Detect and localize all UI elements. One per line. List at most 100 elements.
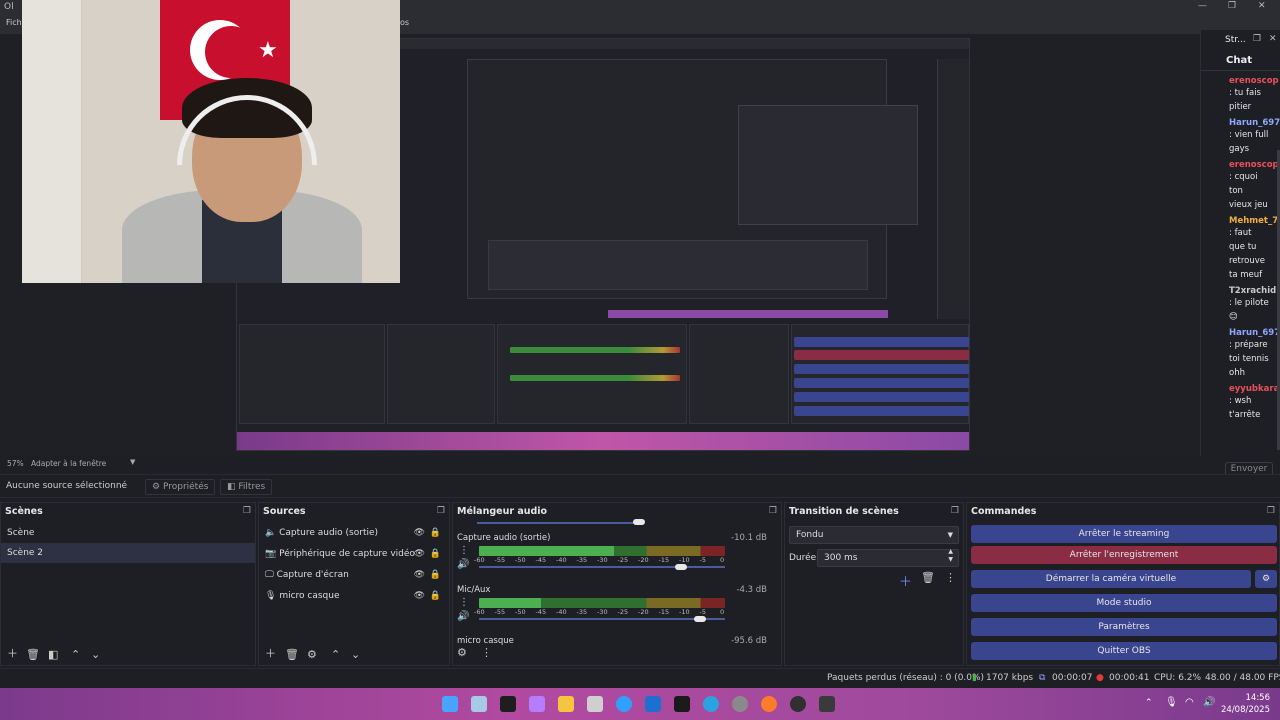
more-icon[interactable]: ⋮ (945, 571, 956, 584)
meter-tick-label: -35 (576, 556, 588, 564)
volume-knob[interactable] (674, 564, 687, 570)
chevron-down-icon[interactable]: ▼ (130, 458, 135, 466)
mute-icon[interactable]: 🔊 (457, 559, 469, 570)
eye-icon[interactable]: 👁 (414, 544, 425, 564)
more-icon[interactable]: ⋮ (459, 597, 469, 608)
volume-knob[interactable] (694, 616, 707, 622)
chat-username[interactable]: Harun_6976 (1229, 118, 1280, 128)
mute-icon[interactable]: 🔊 (457, 611, 469, 622)
trash-icon[interactable]: 🗑 (921, 571, 935, 584)
chat-username[interactable]: erenoscop (1229, 76, 1280, 86)
float-icon[interactable]: ❐ (769, 506, 777, 516)
filter-icon[interactable]: ◧ (48, 648, 58, 661)
move-down-icon[interactable]: ⌄ (91, 648, 100, 661)
eye-icon[interactable]: 👁 (414, 523, 425, 543)
store-icon[interactable] (587, 696, 603, 712)
fit-dropdown[interactable]: Adapter à la fenêtre (31, 459, 106, 468)
source-item[interactable]: 📷 Périphérique de capture vidéo 👁 🔒 (259, 544, 449, 564)
scene-item-selected[interactable]: Scène 2 (1, 543, 255, 563)
stop-recording-button[interactable]: Arrêter l'enregistrement (971, 546, 1277, 564)
float-icon[interactable]: ❐ (1253, 34, 1261, 44)
duration-field[interactable]: 300 ms ▲ ▼ (817, 548, 959, 567)
volume-icon[interactable]: 🔊 (1203, 697, 1215, 708)
add-scene-icon[interactable]: ＋ (7, 645, 18, 661)
maximize-icon[interactable]: ❐ (1228, 1, 1236, 11)
filters-button[interactable]: ◧ Filtres (220, 479, 273, 495)
terminal-icon[interactable] (674, 696, 690, 712)
volume-slider[interactable] (479, 618, 725, 620)
volume-slider[interactable] (479, 566, 725, 568)
float-icon[interactable]: ❐ (951, 506, 959, 516)
source-item[interactable]: 🎙 micro casque 👁 🔒 (259, 586, 449, 606)
mic-icon[interactable]: 🎙 (1165, 697, 1178, 708)
virtual-camera-settings-button[interactable]: ⚙ (1255, 570, 1277, 588)
chat-username[interactable]: T2xrachid (1229, 286, 1280, 296)
lock-icon[interactable]: 🔒 (430, 586, 441, 606)
minimize-icon[interactable]: — (1198, 1, 1207, 11)
exit-button[interactable]: Quitter OBS (971, 642, 1277, 660)
menu-docks[interactable]: os (400, 18, 409, 27)
settings-button[interactable]: Paramètres (971, 618, 1277, 636)
source-item[interactable]: 🖵 Capture d'écran 👁 🔒 (259, 565, 449, 585)
settings-icon[interactable] (732, 696, 748, 712)
float-icon[interactable]: ❐ (243, 506, 251, 516)
search-icon[interactable] (471, 696, 487, 712)
lock-icon[interactable]: 🔒 (430, 523, 441, 543)
outlook-icon[interactable] (645, 696, 661, 712)
lock-icon[interactable]: 🔒 (430, 544, 441, 564)
lock-icon[interactable]: 🔒 (430, 565, 441, 585)
eye-icon[interactable]: 👁 (414, 586, 425, 606)
meter-tick-label: -40 (556, 556, 567, 564)
edge-icon[interactable] (616, 696, 632, 712)
move-up-icon[interactable]: ⌃ (331, 648, 340, 661)
firefox-icon[interactable] (761, 696, 777, 712)
stop-streaming-button[interactable]: Arrêter le streaming (971, 525, 1277, 543)
float-icon[interactable]: ❐ (1267, 506, 1275, 516)
app-icon[interactable] (819, 696, 835, 712)
clock[interactable]: 14:56 24/08/2025 (1221, 692, 1270, 716)
twitch-icon[interactable] (500, 696, 516, 712)
trash-icon[interactable]: 🗑 (26, 648, 40, 661)
taskbar: ⌃ 🎙 ◠ 🔊 14:56 24/08/2025 (0, 688, 1280, 720)
gear-icon[interactable]: ⚙ (457, 646, 467, 659)
meter-tick-label: -10 (679, 608, 690, 616)
chat-username[interactable]: erenoscop (1229, 160, 1280, 170)
chat-username[interactable]: Mehmet_76 (1229, 216, 1280, 226)
close-icon[interactable]: ✕ (1269, 34, 1277, 44)
spinner-icon[interactable]: ▲ ▼ (948, 548, 953, 564)
chat-username[interactable]: eyyubkarac (1229, 384, 1280, 394)
trash-icon[interactable]: 🗑 (285, 648, 299, 661)
scene-item[interactable]: Scène (1, 523, 255, 543)
add-transition-icon[interactable]: ＋ (899, 571, 912, 590)
studio-mode-button[interactable]: Mode studio (971, 594, 1277, 612)
wifi-icon[interactable]: ◠ (1185, 697, 1194, 708)
float-icon[interactable]: ❐ (437, 506, 445, 516)
telegram-icon[interactable] (703, 696, 719, 712)
chat-username[interactable]: Harun_6976 (1229, 328, 1280, 338)
chevron-up-icon[interactable]: ⌃ (1145, 698, 1153, 708)
close-icon[interactable]: ✕ (1258, 1, 1266, 11)
add-source-icon[interactable]: ＋ (265, 645, 276, 661)
sources-dock: Sources ❐ 🔈 Capture audio (sortie) 👁 🔒 📷 Pé… (258, 502, 450, 666)
move-down-icon[interactable]: ⌄ (351, 648, 360, 661)
properties-bar: Aucune source sélectionné ⚙ Propriétés ◧… (0, 474, 1280, 498)
properties-button[interactable]: ⚙ Propriétés (145, 479, 216, 495)
transition-select[interactable]: Fondu ▼ (789, 526, 959, 544)
start-virtual-camera-button[interactable]: Démarrer la caméra virtuelle (971, 570, 1251, 588)
more-icon[interactable]: ⋮ (481, 646, 492, 659)
camera-icon: 📷 (265, 549, 277, 559)
obs-icon[interactable] (790, 696, 806, 712)
signal-icon: ▮ (972, 673, 977, 683)
source-item[interactable]: 🔈 Capture audio (sortie) 👁 🔒 (259, 523, 449, 543)
start-icon[interactable] (442, 696, 458, 712)
meter-tick-label: -50 (515, 608, 526, 616)
eye-icon[interactable]: 👁 (414, 565, 425, 585)
app-icon[interactable] (529, 696, 545, 712)
more-icon[interactable]: ⋮ (459, 545, 469, 556)
bitrate: 1707 kbps (986, 673, 1034, 683)
folder-icon[interactable] (558, 696, 574, 712)
chevron-down-icon: ▼ (947, 531, 953, 539)
chat-tab[interactable]: Chat (1226, 55, 1252, 66)
gear-icon[interactable]: ⚙ (307, 648, 317, 661)
move-up-icon[interactable]: ⌃ (71, 648, 80, 661)
